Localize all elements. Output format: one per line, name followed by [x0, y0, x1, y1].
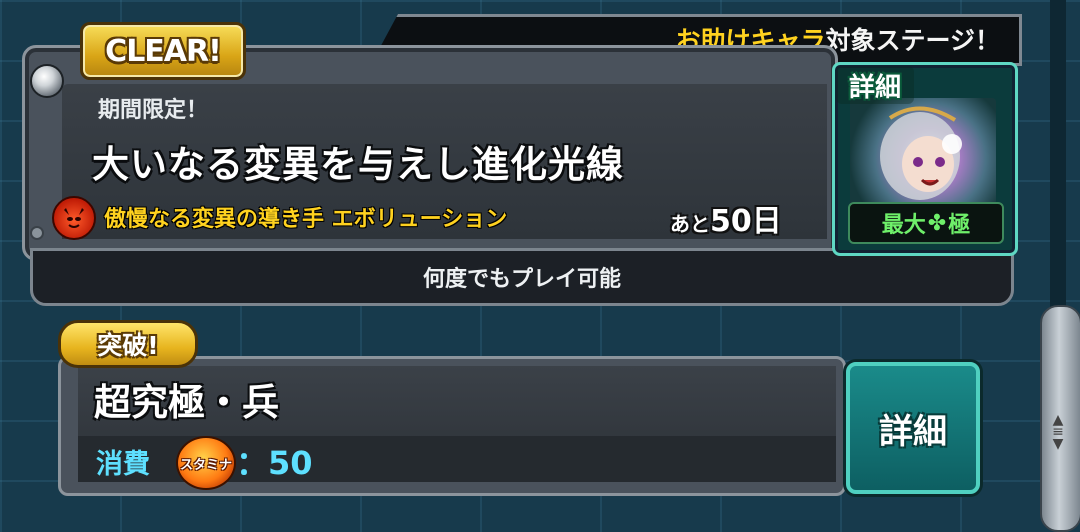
character-detail-tag[interactable]: 詳細 — [836, 66, 914, 104]
stamina-cost-value: ：50 — [236, 444, 313, 482]
clover-icon: ✤ — [927, 210, 947, 236]
quest-detail-button[interactable]: 詳細 — [846, 362, 980, 494]
playable-text: 何度でもプレイ可能 — [422, 267, 621, 292]
quest-title: 超究極・兵 — [94, 381, 279, 424]
scroll-grip-icon: ▲ ≡ ▼ — [1052, 412, 1064, 452]
cost-label: 消費 — [96, 449, 150, 480]
days-remaining: あと50日 — [670, 204, 782, 239]
stamina-icon: スタミナ — [176, 436, 236, 490]
boss-demon-icon — [52, 196, 96, 240]
period-label: 期間限定！ — [98, 98, 209, 123]
max-level-badge: 最大 ✤ 極 — [848, 202, 1004, 244]
clear-badge: CLEAR! — [80, 22, 246, 80]
screw-icon — [30, 226, 44, 240]
bolt-icon — [30, 64, 64, 98]
playable-bar: 何度でもプレイ可能 — [30, 248, 1014, 306]
boss-name: 傲慢なる変異の導き手 エボリューション — [104, 207, 508, 232]
break-badge: 突破! — [58, 320, 198, 368]
character-portrait[interactable] — [850, 98, 996, 208]
stage-title: 大いなる変異を与えし進化光線 — [92, 143, 624, 186]
